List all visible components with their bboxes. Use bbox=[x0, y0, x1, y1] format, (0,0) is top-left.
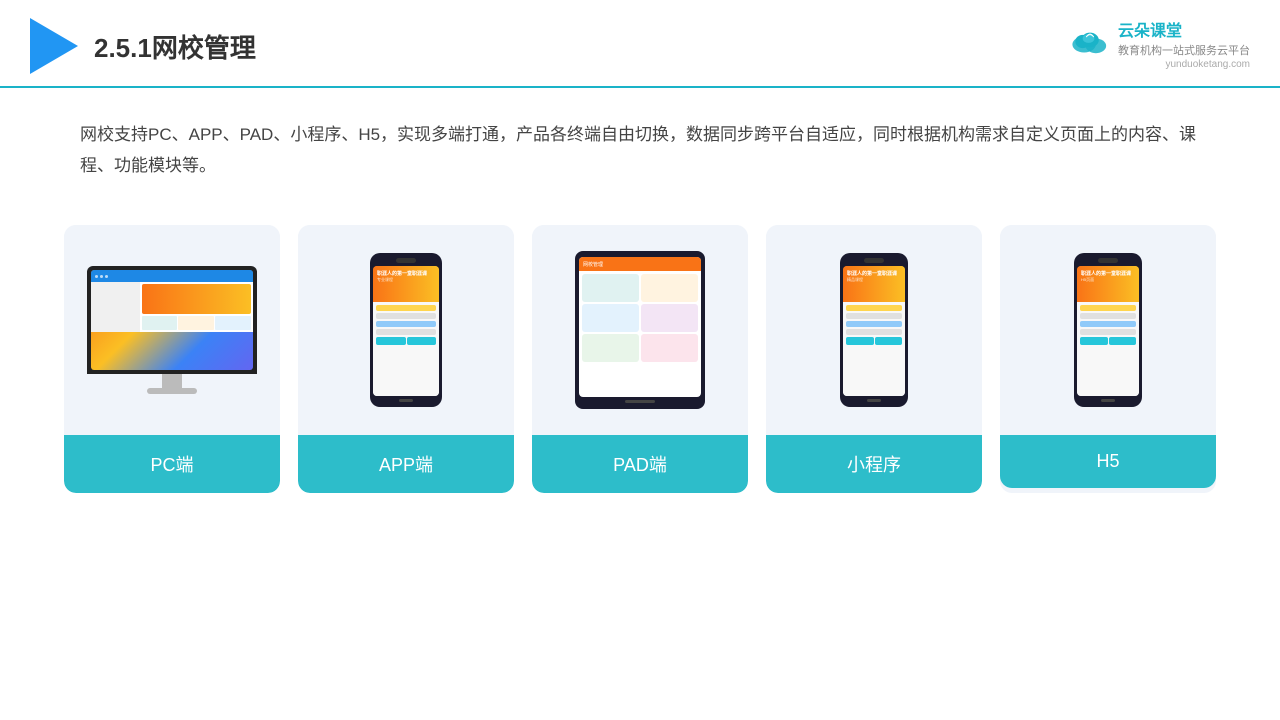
page-title: 2.5.1网校管理 bbox=[94, 28, 256, 65]
card-miniapp-label: 小程序 bbox=[766, 435, 982, 493]
card-miniapp: 职涯人的第一堂职涯课 精品课程 bbox=[766, 225, 982, 493]
cloud-logo-icon bbox=[1068, 25, 1112, 55]
card-h5-image: 职涯人的第一堂职涯课 H5页面 bbox=[1000, 225, 1216, 435]
card-pad-label: PAD端 bbox=[532, 435, 748, 493]
tablet-pad-icon: 网校管理 bbox=[575, 251, 705, 409]
brand-top-row: 云朵课堂 教育机构一站式服务云平台 bbox=[1068, 22, 1250, 57]
card-pad: 网校管理 PAD端 bbox=[532, 225, 748, 493]
card-app: 职涯人的第一堂职涯课 专业课程 bbox=[298, 225, 514, 493]
phone-app-icon: 职涯人的第一堂职涯课 专业课程 bbox=[370, 253, 442, 407]
brand-slogan: 教育机构一站式服务云平台 bbox=[1118, 42, 1250, 58]
phone-miniapp-icon: 职涯人的第一堂职涯课 精品课程 bbox=[840, 253, 908, 407]
brand-area: 云朵课堂 教育机构一站式服务云平台 yunduoketang.com bbox=[1068, 22, 1250, 69]
card-miniapp-image: 职涯人的第一堂职涯课 精品课程 bbox=[766, 225, 982, 435]
card-pc: PC端 bbox=[64, 225, 280, 493]
brand-text: 云朵课堂 教育机构一站式服务云平台 bbox=[1118, 22, 1250, 57]
card-h5: 职涯人的第一堂职涯课 H5页面 bbox=[1000, 225, 1216, 493]
card-h5-label: H5 bbox=[1000, 435, 1216, 488]
header: 2.5.1网校管理 云朵课堂 教育机构一站式服务云平台 bbox=[0, 0, 1280, 88]
card-pc-image bbox=[64, 225, 280, 435]
pc-monitor-icon bbox=[87, 266, 257, 394]
description-text: 网校支持PC、APP、PAD、小程序、H5，实现多端打通，产品各终端自由切换，数… bbox=[0, 88, 1280, 201]
cards-container: PC端 职涯人的第一堂职涯课 专业课程 bbox=[0, 201, 1280, 517]
card-pad-image: 网校管理 bbox=[532, 225, 748, 435]
phone-h5-icon: 职涯人的第一堂职涯课 H5页面 bbox=[1074, 253, 1142, 407]
card-app-image: 职涯人的第一堂职涯课 专业课程 bbox=[298, 225, 514, 435]
brand-url: yunduoketang.com bbox=[1165, 59, 1250, 70]
logo-icon bbox=[30, 18, 78, 74]
card-app-label: APP端 bbox=[298, 435, 514, 493]
brand-name: 云朵课堂 bbox=[1118, 22, 1182, 41]
card-pc-label: PC端 bbox=[64, 435, 280, 493]
header-left: 2.5.1网校管理 bbox=[30, 18, 256, 74]
